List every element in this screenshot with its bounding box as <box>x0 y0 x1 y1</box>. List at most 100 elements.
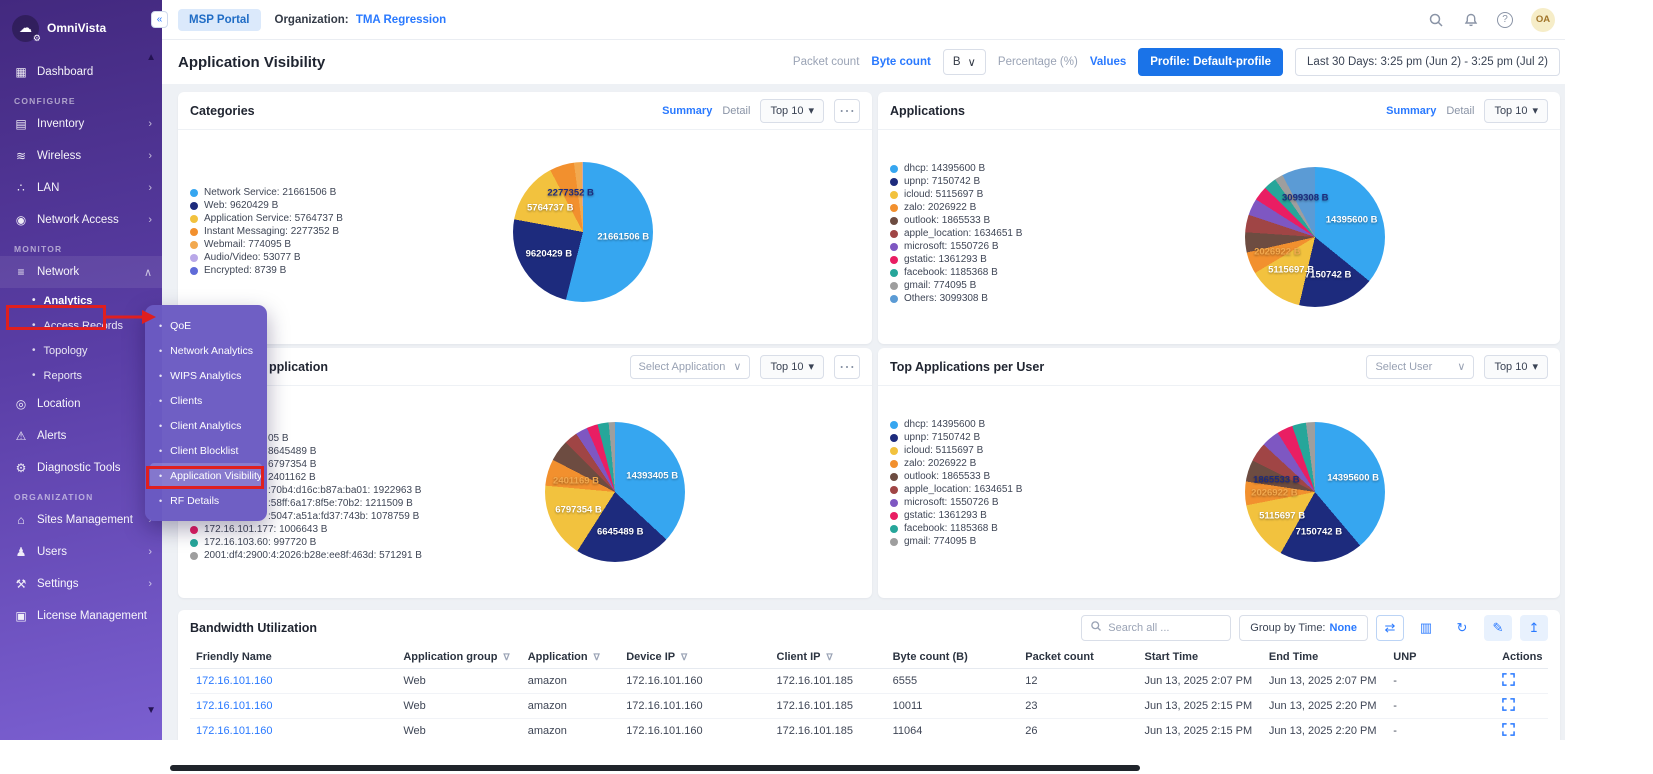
column-header-byte-count-b-[interactable]: Byte count (B) <box>887 646 1020 668</box>
legend-item: zalo: 2026922 B <box>890 457 1022 470</box>
sidebar-item-sites-management[interactable]: ⌂ Sites Management › <box>0 504 162 536</box>
sidebar-item-network-access[interactable]: ◉ Network Access › <box>0 204 162 236</box>
column-header-end-time[interactable]: End Time <box>1263 646 1387 668</box>
organization-link[interactable]: TMA Regression <box>356 14 446 26</box>
column-header-friendly-name[interactable]: Friendly Name <box>190 646 397 668</box>
msp-portal-button[interactable]: MSP Portal <box>178 9 261 31</box>
submenu-item[interactable]: • RF Details <box>145 488 267 513</box>
export-icon[interactable]: ↥ <box>1520 615 1548 641</box>
submenu-item[interactable]: • Application Visibility <box>150 463 262 488</box>
notifications-bell-icon[interactable] <box>1462 11 1479 28</box>
tab-summary[interactable]: Summary <box>1386 105 1436 117</box>
submenu-item[interactable]: • Network Analytics <box>145 338 267 363</box>
top-clients-pie-chart[interactable]: 14393405 B2401169 B6797354 B6645489 B <box>545 422 685 562</box>
sidebar-scroll-up-icon[interactable]: ▲ <box>146 52 156 63</box>
column-header-device-ip[interactable]: Device IP∇ <box>620 646 770 668</box>
submenu-item[interactable]: • Clients <box>145 388 267 413</box>
bw-table-body: 172.16.101.160Webamazon172.16.101.160172… <box>190 668 1548 740</box>
sidebar-item-dashboard[interactable]: ▦ Dashboard <box>0 56 162 88</box>
unit-dropdown[interactable]: B ∨ <box>943 49 986 75</box>
horizontal-scrollbar[interactable] <box>170 765 1140 771</box>
column-header-unp[interactable]: UNP <box>1387 646 1496 668</box>
applications-pie-chart[interactable]: 3099308 B14395600 B2026922 B5115697 B715… <box>1245 167 1385 307</box>
sidebar-item-inventory[interactable]: ▤ Inventory › <box>0 108 162 140</box>
bullet-icon: • <box>32 345 36 356</box>
group-by-time-button[interactable]: Group by Time: None <box>1239 615 1368 641</box>
column-header-application[interactable]: Application∇ <box>522 646 620 668</box>
categories-pie-chart[interactable]: 2277352 B5764737 B9620429 B21661506 B <box>513 162 653 302</box>
submenu-item[interactable]: • Client Analytics <box>145 413 267 438</box>
more-options-button[interactable]: ⋯ <box>834 99 860 123</box>
more-options-button[interactable]: ⋯ <box>834 355 860 379</box>
tab-summary[interactable]: Summary <box>662 105 712 117</box>
byte-count-toggle[interactable]: Byte count <box>871 56 930 68</box>
packet-count-toggle[interactable]: Packet count <box>793 56 859 68</box>
column-header-packet-count[interactable]: Packet count <box>1019 646 1138 668</box>
refresh-icon[interactable]: ↻ <box>1448 615 1476 641</box>
user-avatar[interactable]: OA <box>1531 8 1555 32</box>
column-header-application-group[interactable]: Application group∇ <box>397 646 521 668</box>
filter-icon[interactable]: ∇ <box>681 652 687 662</box>
sidebar-scroll-down-icon[interactable]: ▼ <box>146 705 156 716</box>
search-icon[interactable] <box>1427 11 1444 28</box>
columns-icon[interactable]: ▥ <box>1412 615 1440 641</box>
legend-color-dot <box>890 486 898 494</box>
percentage-toggle[interactable]: Percentage (%) <box>998 56 1078 68</box>
top10-dropdown[interactable]: Top 10 ▾ <box>760 99 824 123</box>
sidebar-item-label: Wireless <box>37 150 81 162</box>
submenu-item[interactable]: • Client Blocklist <box>145 438 267 463</box>
tab-detail[interactable]: Detail <box>1446 105 1474 117</box>
help-icon[interactable]: ? <box>1497 12 1513 28</box>
chevron-down-icon: ▾ <box>808 360 814 373</box>
sidebar-item-settings[interactable]: ⚒ Settings › <box>0 568 162 600</box>
filter-icon[interactable]: ∇ <box>503 652 509 662</box>
sidebar-item-network[interactable]: ≡ Network ∧ <box>0 256 162 288</box>
top10-dropdown[interactable]: Top 10 ▾ <box>760 355 824 379</box>
chevron-down-icon: ∨ <box>1457 360 1465 373</box>
table-cell: 172.16.101.160 <box>620 668 770 693</box>
sidebar-item-wireless[interactable]: ≋ Wireless › <box>0 140 162 172</box>
top10-dropdown[interactable]: Top 10 ▾ <box>1484 355 1548 379</box>
panel-title: Top Applications per User <box>890 360 1044 374</box>
expand-row-icon[interactable] <box>1502 673 1515 686</box>
lan-icon: ∴ <box>14 181 28 195</box>
select-user-dropdown[interactable]: Select User ∨ <box>1366 355 1474 379</box>
friendly-name-link[interactable]: 172.16.101.160 <box>190 718 397 740</box>
sidebar-item-topology[interactable]: • Topology <box>0 338 162 363</box>
legend-item: Instant Messaging: 2277352 B <box>190 225 343 238</box>
edit-icon[interactable]: ✎ <box>1484 615 1512 641</box>
column-header-client-ip[interactable]: Client IP∇ <box>771 646 887 668</box>
sidebar-collapse-button[interactable]: « <box>151 11 168 28</box>
sidebar-item-users[interactable]: ♟ Users › <box>0 536 162 568</box>
top-clients-per-application-panel: pplication Select Application ∨ Top 10 ▾… <box>178 348 872 598</box>
fit-columns-icon[interactable]: ⇄ <box>1376 615 1404 641</box>
sidebar-item-alerts[interactable]: ⚠ Alerts <box>0 420 162 452</box>
search-input[interactable] <box>1108 622 1222 634</box>
sidebar-item-analytics[interactable]: • Analytics <box>0 288 162 313</box>
date-range-picker[interactable]: Last 30 Days: 3:25 pm (Jun 2) - 3:25 pm … <box>1295 48 1560 76</box>
table-cell: 172.16.101.185 <box>771 668 887 693</box>
expand-row-icon[interactable] <box>1502 698 1515 711</box>
friendly-name-link[interactable]: 172.16.101.160 <box>190 668 397 693</box>
sidebar-item-access-records[interactable]: • Access Records <box>0 313 162 338</box>
tab-detail[interactable]: Detail <box>722 105 750 117</box>
sidebar-item-diagnostic-tools[interactable]: ⚙ Diagnostic Tools › <box>0 452 162 484</box>
select-application-dropdown[interactable]: Select Application ∨ <box>630 355 751 379</box>
values-toggle[interactable]: Values <box>1090 56 1126 68</box>
top10-dropdown[interactable]: Top 10 ▾ <box>1484 99 1548 123</box>
filter-icon[interactable]: ∇ <box>827 652 833 662</box>
column-header-actions[interactable]: Actions <box>1496 646 1548 668</box>
profile-button[interactable]: Profile: Default-profile <box>1138 48 1283 76</box>
friendly-name-link[interactable]: 172.16.101.160 <box>190 693 397 718</box>
column-header-start-time[interactable]: Start Time <box>1138 646 1262 668</box>
submenu-item[interactable]: • WIPS Analytics <box>145 363 267 388</box>
submenu-item[interactable]: • QoE <box>145 313 267 338</box>
sidebar-item-lan[interactable]: ∴ LAN › <box>0 172 162 204</box>
sidebar-item-reports[interactable]: • Reports <box>0 363 162 388</box>
legend-item: dhcp: 14395600 B <box>890 162 1022 175</box>
top-users-pie-chart[interactable]: 14395600 B1865533 B2026922 B5115697 B715… <box>1245 422 1385 562</box>
expand-row-icon[interactable] <box>1502 723 1515 736</box>
filter-icon[interactable]: ∇ <box>594 652 600 662</box>
sidebar-item-location[interactable]: ◎ Location › <box>0 388 162 420</box>
sidebar-item-license-management[interactable]: ▣ License Management <box>0 600 162 632</box>
